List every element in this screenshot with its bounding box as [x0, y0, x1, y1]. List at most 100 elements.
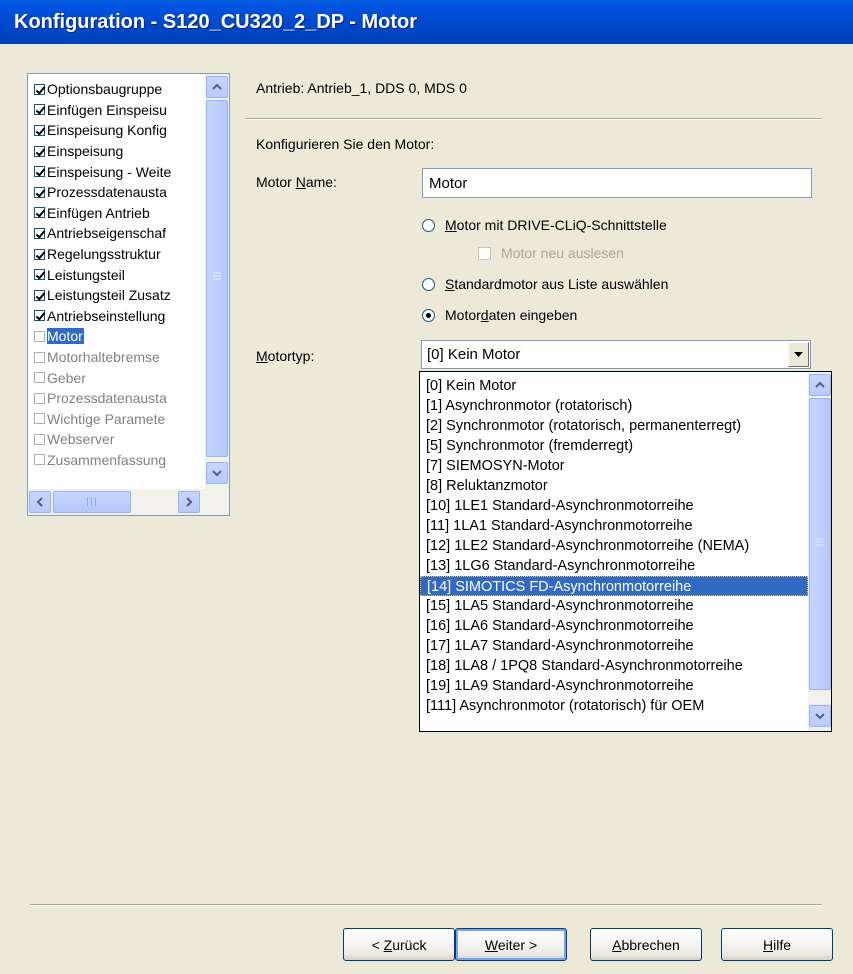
tree-item[interactable]: Einspeisung	[28, 141, 204, 162]
tree-item[interactable]: Leistungsteil	[28, 264, 204, 285]
tree-item-label: Webserver	[47, 431, 115, 448]
motortype-option[interactable]: [5] Synchronmotor (fremderregt)	[420, 436, 808, 456]
motortype-option[interactable]: [14] SIMOTICS FD-Asynchronmotorreihe	[420, 576, 808, 596]
motortype-option[interactable]: [1] Asynchronmotor (rotatorisch)	[420, 396, 808, 416]
radio-button[interactable]	[422, 308, 435, 322]
tree-item-label: Regelungsstruktur	[47, 246, 161, 263]
tree-item-checkbox	[34, 330, 45, 342]
motortype-option[interactable]: [2] Synchronmotor (rotatorisch, permanen…	[420, 416, 808, 436]
back-button[interactable]: < Zurück	[343, 928, 455, 961]
motortype-option[interactable]: [111] Asynchronmotor (rotatorisch) für O…	[420, 696, 808, 716]
tree-horizontal-scrollbar[interactable]: |||	[28, 489, 229, 515]
tree-item[interactable]: Optionsbaugruppe	[28, 79, 204, 100]
tree-item-label: Geber	[47, 369, 86, 386]
motor-name-value: Motor	[429, 174, 468, 192]
chevron-up-icon[interactable]	[809, 374, 831, 396]
chevron-right-icon[interactable]	[178, 491, 200, 513]
title-bar: Konfiguration - S120_CU320_2_DP - Motor	[0, 0, 853, 44]
tree-item[interactable]: Regelungsstruktur	[28, 244, 204, 265]
motortype-option[interactable]: [8] Reluktanzmotor	[420, 476, 808, 496]
radio-drive-cliq-label: Motor mit DRIVE-CLiQ-Schnittstelle	[445, 217, 667, 233]
tree-item[interactable]: Antriebseinstellung	[28, 306, 204, 327]
motortype-option[interactable]: [16] 1LA6 Standard-Asynchronmotorreihe	[420, 616, 808, 636]
motortype-select[interactable]: [0] Kein Motor	[421, 340, 811, 369]
tree-item[interactable]: Zusammenfassung	[28, 450, 204, 471]
dropdown-scrollbar[interactable]	[808, 372, 831, 731]
checkbox-reread-motor: Motor neu auslesen	[478, 245, 624, 261]
motortype-option[interactable]: [15] 1LA5 Standard-Asynchronmotorreihe	[420, 596, 808, 616]
motortype-option[interactable]: [10] 1LE1 Standard-Asynchronmotorreihe	[420, 496, 808, 516]
tree-item-label: Prozessdatenausta	[47, 390, 167, 407]
motortype-option[interactable]: [7] SIEMOSYN-Motor	[420, 456, 808, 476]
dropdown-scroll-thumb[interactable]	[809, 398, 831, 690]
radio-enter-data-label: Motordaten eingeben	[445, 307, 578, 323]
cancel-button[interactable]: Abbrechen	[590, 928, 702, 961]
tree-hscroll-thumb[interactable]: |||	[53, 491, 131, 513]
tree-item[interactable]: Antriebseigenschaf	[28, 223, 204, 244]
header-separator	[245, 118, 822, 120]
tree-item-checkbox	[34, 83, 45, 95]
tree-item-label: Einspeisung - Weite	[47, 163, 172, 180]
radio-drive-cliq[interactable]: Motor mit DRIVE-CLiQ-Schnittstelle	[422, 217, 667, 233]
tree-item[interactable]: Prozessdatenausta	[28, 182, 204, 203]
tree-item-checkbox	[34, 166, 45, 178]
tree-item-label: Antriebseigenschaf	[47, 225, 167, 242]
tree-item-label: Zusammenfassung	[47, 451, 167, 468]
hscroll-grip: |||	[85, 497, 99, 507]
radio-button[interactable]	[422, 277, 435, 291]
tree-item-label: Einfügen Antrieb	[47, 204, 150, 221]
tree-scroll-thumb[interactable]	[206, 100, 228, 457]
motortype-option[interactable]: [11] 1LA1 Standard-Asynchronmotorreihe	[420, 516, 808, 536]
motortype-option[interactable]: [19] 1LA9 Standard-Asynchronmotorreihe	[420, 676, 808, 696]
motortype-option[interactable]: [12] 1LE2 Standard-Asynchronmotorreihe (…	[420, 536, 808, 556]
tree-item-label: Einfügen Einspeisu	[47, 101, 167, 118]
motor-name-label: Motor Name:	[256, 174, 337, 190]
motortype-option[interactable]: [0] Kein Motor	[420, 376, 808, 396]
motor-name-input[interactable]: Motor	[422, 168, 812, 198]
motortype-option[interactable]: [17] 1LA7 Standard-Asynchronmotorreihe	[420, 636, 808, 656]
footer-separator	[30, 904, 822, 906]
chevron-down-icon[interactable]	[809, 705, 831, 727]
tree-item[interactable]: Einfügen Einspeisu	[28, 100, 204, 121]
dropdown-arrow-icon[interactable]	[788, 342, 809, 367]
tree-item-checkbox	[34, 186, 45, 198]
tree-item-label: Motorhaltebremse	[47, 349, 160, 366]
step-tree-list: Optionsbaugruppe Einfügen Einspeisu Einspe…	[28, 79, 204, 470]
tree-item[interactable]: Geber	[28, 367, 204, 388]
radio-button[interactable]	[422, 218, 435, 232]
motortype-option[interactable]: [18] 1LA8 / 1PQ8 Standard-Asynchronmotor…	[420, 656, 808, 676]
chevron-down-icon[interactable]	[206, 462, 228, 484]
tree-item-checkbox	[34, 351, 45, 363]
next-button[interactable]: Weiter >	[455, 928, 567, 961]
tree-item[interactable]: Einspeisung Konfig	[28, 120, 204, 141]
tree-item[interactable]: Webserver	[28, 429, 204, 450]
chevron-up-icon[interactable]	[206, 76, 228, 98]
tree-item-checkbox	[34, 413, 45, 425]
checkbox-reread-label: Motor neu auslesen	[501, 245, 624, 261]
tree-item-checkbox	[34, 227, 45, 239]
tree-item[interactable]: Wichtige Paramete	[28, 409, 204, 430]
tree-item[interactable]: Prozessdatenausta	[28, 388, 204, 409]
tree-item[interactable]: Einspeisung - Weite	[28, 161, 204, 182]
help-button[interactable]: Hilfe	[721, 928, 833, 961]
tree-vertical-scrollbar[interactable]	[205, 74, 229, 489]
radio-standard-list-label: Standardmotor aus Liste auswählen	[445, 276, 669, 292]
tree-item[interactable]: Motorhaltebremse	[28, 347, 204, 368]
checkbox	[478, 246, 491, 260]
tree-item[interactable]: Einfügen Antrieb	[28, 203, 204, 224]
motortype-value: [0] Kein Motor	[427, 346, 521, 363]
tree-item-label: Motor	[47, 328, 84, 345]
motortype-dropdown-list[interactable]: [0] Kein Motor [1] Asynchronmotor (rotato…	[419, 371, 832, 732]
radio-enter-data[interactable]: Motordaten eingeben	[422, 307, 577, 323]
chevron-left-icon[interactable]	[29, 491, 51, 513]
tree-item-checkbox	[34, 124, 45, 136]
tree-item-checkbox	[34, 104, 45, 116]
tree-item[interactable]: Motor	[28, 326, 204, 347]
tree-item[interactable]: Leistungsteil Zusatz	[28, 285, 204, 306]
tree-item-label: Antriebseinstellung	[47, 307, 166, 324]
tree-item-checkbox	[34, 145, 45, 157]
tree-item-checkbox	[34, 454, 45, 466]
motortype-option[interactable]: [13] 1LG6 Standard-Asynchronmotorreihe	[420, 556, 808, 576]
tree-item-label: Einspeisung	[47, 143, 124, 160]
radio-standard-list[interactable]: Standardmotor aus Liste auswählen	[422, 276, 668, 292]
